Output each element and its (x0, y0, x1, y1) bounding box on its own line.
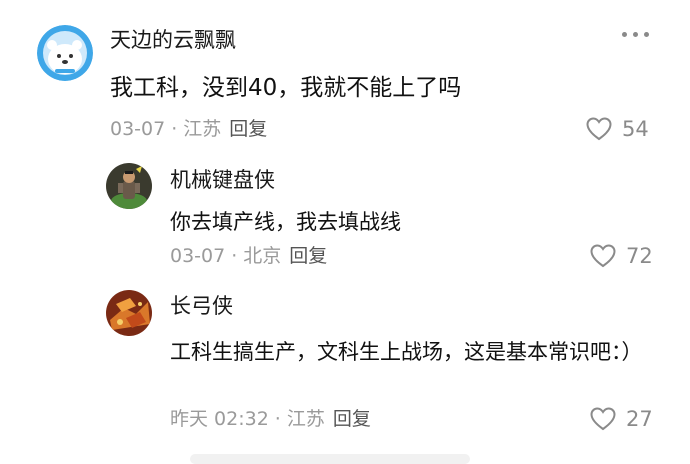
game-character-avatar-icon (106, 163, 152, 209)
separator: · (171, 118, 178, 140)
polar-bear-avatar-icon (37, 25, 93, 81)
like-button[interactable]: 27 (590, 407, 653, 431)
comment-date: 昨天 02:32 (170, 408, 269, 430)
comment-meta: 03-07 · 北京 回复 (170, 247, 327, 266)
avatar[interactable] (106, 290, 152, 336)
like-button[interactable]: 54 (586, 117, 649, 141)
like-button[interactable]: 72 (590, 244, 653, 268)
comment-location: 江苏 (286, 408, 325, 430)
food-photo-avatar-icon (106, 290, 152, 336)
comment-text: 工科生搞生产，文科生上战场，这是基本常识吧：） (170, 340, 643, 364)
more-dot-icon (633, 32, 638, 37)
separator: · (274, 408, 281, 430)
more-dot-icon (644, 32, 649, 37)
heart-icon (586, 117, 612, 141)
comment-location: 江苏 (183, 118, 222, 140)
expand-replies-bar[interactable] (190, 454, 470, 464)
separator: · (231, 245, 238, 267)
comment-author[interactable]: 长弓侠 (170, 296, 233, 317)
like-count: 54 (622, 116, 649, 141)
comment-author[interactable]: 天边的云飘飘 (110, 30, 236, 51)
more-dot-icon (622, 32, 627, 37)
comment-date: 03-07 (170, 245, 226, 267)
avatar[interactable] (37, 25, 93, 81)
reply-button[interactable]: 回复 (333, 408, 371, 430)
heart-icon (590, 407, 616, 431)
avatar[interactable] (106, 163, 152, 209)
comment-meta: 03-07 · 江苏 回复 (110, 120, 267, 139)
comment-text: 我工科，没到40，我就不能上了吗 (110, 75, 462, 101)
heart-icon (590, 244, 616, 268)
reply-button[interactable]: 回复 (229, 118, 267, 140)
reply-button[interactable]: 回复 (289, 245, 327, 267)
more-options-button[interactable] (622, 32, 649, 37)
like-count: 27 (626, 406, 653, 431)
comment-date: 03-07 (110, 118, 166, 140)
comment-meta: 昨天 02:32 · 江苏 回复 (170, 410, 371, 429)
comment-author[interactable]: 机械键盘侠 (170, 170, 275, 191)
like-count: 72 (626, 243, 653, 268)
comment-text: 你去填产线，我去填战线 (170, 210, 401, 234)
comment-location: 北京 (243, 245, 282, 267)
